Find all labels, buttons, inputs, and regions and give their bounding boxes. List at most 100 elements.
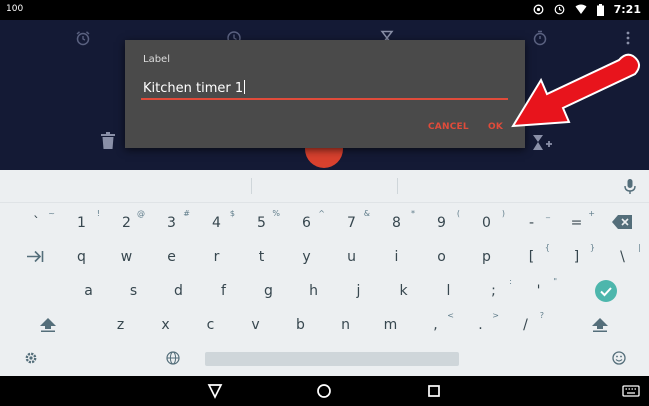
- key[interactable]: p: [464, 240, 509, 274]
- status-bar: 100 7:21: [0, 0, 649, 20]
- key[interactable]: x: [143, 308, 188, 342]
- tab-icon: [27, 250, 44, 263]
- keyboard-row-home: a s d f g h j k l ;: ' ": [0, 274, 649, 308]
- sync-icon: [554, 4, 565, 15]
- label-input-text: Kitchen timer 1: [143, 81, 244, 96]
- overflow-menu-icon[interactable]: [620, 30, 636, 46]
- space-bar[interactable]: [205, 352, 459, 366]
- right-shift-key[interactable]: [580, 308, 620, 342]
- keyboard-row-qwerty: q w e r t y u i o p [{ ]} \ |: [0, 240, 649, 274]
- key[interactable]: ]}: [554, 240, 599, 274]
- key[interactable]: . >: [458, 308, 503, 342]
- globe-icon: [166, 351, 180, 365]
- key[interactable]: d: [156, 274, 201, 308]
- emoji-icon: [612, 351, 626, 365]
- backspace-key[interactable]: [600, 206, 645, 240]
- settings-icon: [25, 352, 37, 364]
- cancel-button[interactable]: CANCEL: [428, 122, 469, 132]
- key[interactable]: 9(: [419, 206, 464, 240]
- done-check-icon: [595, 280, 617, 302]
- battery-percentage: 100: [6, 4, 24, 14]
- home-icon[interactable]: [315, 382, 333, 400]
- key[interactable]: j: [336, 274, 381, 308]
- on-screen-keyboard: ` ~ 1! 2 @ 3 # 4 $ 5% 6 ^ 7 & 8 * 9( 0) - _ = + q…: [0, 170, 649, 376]
- keyboard-switch-icon[interactable]: [622, 382, 640, 400]
- key[interactable]: 0): [464, 206, 509, 240]
- keyboard-row-space: [0, 342, 649, 376]
- mic-icon[interactable]: [623, 179, 637, 195]
- key[interactable]: y: [284, 240, 329, 274]
- key[interactable]: - _: [509, 206, 554, 240]
- ok-button[interactable]: OK: [488, 122, 503, 132]
- shift-icon: [40, 318, 56, 332]
- key[interactable]: 5%: [239, 206, 284, 240]
- delete-icon[interactable]: [100, 132, 116, 150]
- key[interactable]: z: [98, 308, 143, 342]
- key[interactable]: o: [419, 240, 464, 274]
- key[interactable]: e: [149, 240, 194, 274]
- key[interactable]: = +: [554, 206, 599, 240]
- battery-icon: [596, 3, 604, 16]
- key[interactable]: w: [104, 240, 149, 274]
- alarm-icon: [533, 4, 544, 15]
- key[interactable]: , <: [413, 308, 458, 342]
- key[interactable]: 4 $: [194, 206, 239, 240]
- wifi-icon: [575, 4, 587, 14]
- key[interactable]: 3 #: [149, 206, 194, 240]
- keyboard-row-bottom-letters: z x c v b n m , < . > /?: [0, 308, 649, 342]
- screen: 100 7:21 Label Kitchen timer 1 CANCEL OK: [0, 0, 649, 406]
- key[interactable]: l: [426, 274, 471, 308]
- key[interactable]: v: [233, 308, 278, 342]
- settings-key[interactable]: [14, 342, 48, 376]
- key[interactable]: ' ": [516, 274, 561, 308]
- key[interactable]: c: [188, 308, 233, 342]
- key[interactable]: 1!: [59, 206, 104, 240]
- input-underline: [141, 98, 508, 100]
- key[interactable]: k: [381, 274, 426, 308]
- key[interactable]: [{: [509, 240, 554, 274]
- keyboard-row-numbers: ` ~ 1! 2 @ 3 # 4 $ 5% 6 ^ 7 & 8 * 9( 0) - _ = +: [0, 206, 649, 240]
- key[interactable]: q: [59, 240, 104, 274]
- key[interactable]: ` ~: [14, 206, 59, 240]
- left-shift-key[interactable]: [28, 308, 68, 342]
- backspace-icon: [612, 215, 632, 229]
- key[interactable]: \ |: [600, 240, 645, 274]
- add-timer-icon[interactable]: [532, 134, 552, 152]
- key[interactable]: u: [329, 240, 374, 274]
- key[interactable]: ;:: [471, 274, 516, 308]
- key[interactable]: n: [323, 308, 368, 342]
- alarm-tab-icon[interactable]: [75, 30, 91, 46]
- suggestion-strip: [0, 170, 649, 203]
- key[interactable]: s: [111, 274, 156, 308]
- shift-icon: [592, 318, 608, 332]
- language-key[interactable]: [158, 342, 188, 376]
- stopwatch-tab-icon[interactable]: [532, 30, 548, 46]
- recents-icon[interactable]: [425, 382, 443, 400]
- key[interactable]: f: [201, 274, 246, 308]
- key[interactable]: 8 *: [374, 206, 419, 240]
- key[interactable]: 7 &: [329, 206, 374, 240]
- done-key[interactable]: [586, 274, 626, 308]
- key[interactable]: t: [239, 240, 284, 274]
- key[interactable]: h: [291, 274, 336, 308]
- key[interactable]: m: [368, 308, 413, 342]
- red-arrow-annotation: [511, 53, 640, 128]
- key[interactable]: 6 ^: [284, 206, 329, 240]
- key[interactable]: b: [278, 308, 323, 342]
- label-input[interactable]: Kitchen timer 1: [143, 80, 246, 96]
- key[interactable]: a: [66, 274, 111, 308]
- key[interactable]: g: [246, 274, 291, 308]
- key[interactable]: 2 @: [104, 206, 149, 240]
- tab-key[interactable]: [14, 240, 59, 274]
- emoji-key[interactable]: [604, 342, 634, 376]
- key[interactable]: i: [374, 240, 419, 274]
- text-cursor: [244, 80, 246, 94]
- key[interactable]: /?: [503, 308, 548, 342]
- label-dialog: Label Kitchen timer 1 CANCEL OK: [125, 40, 525, 148]
- key[interactable]: r: [194, 240, 239, 274]
- back-icon[interactable]: [206, 382, 224, 400]
- suggestion-divider: [397, 178, 398, 194]
- dialog-title: Label: [143, 54, 170, 65]
- status-icons: 7:21: [533, 3, 641, 16]
- clock-time: 7:21: [613, 3, 641, 16]
